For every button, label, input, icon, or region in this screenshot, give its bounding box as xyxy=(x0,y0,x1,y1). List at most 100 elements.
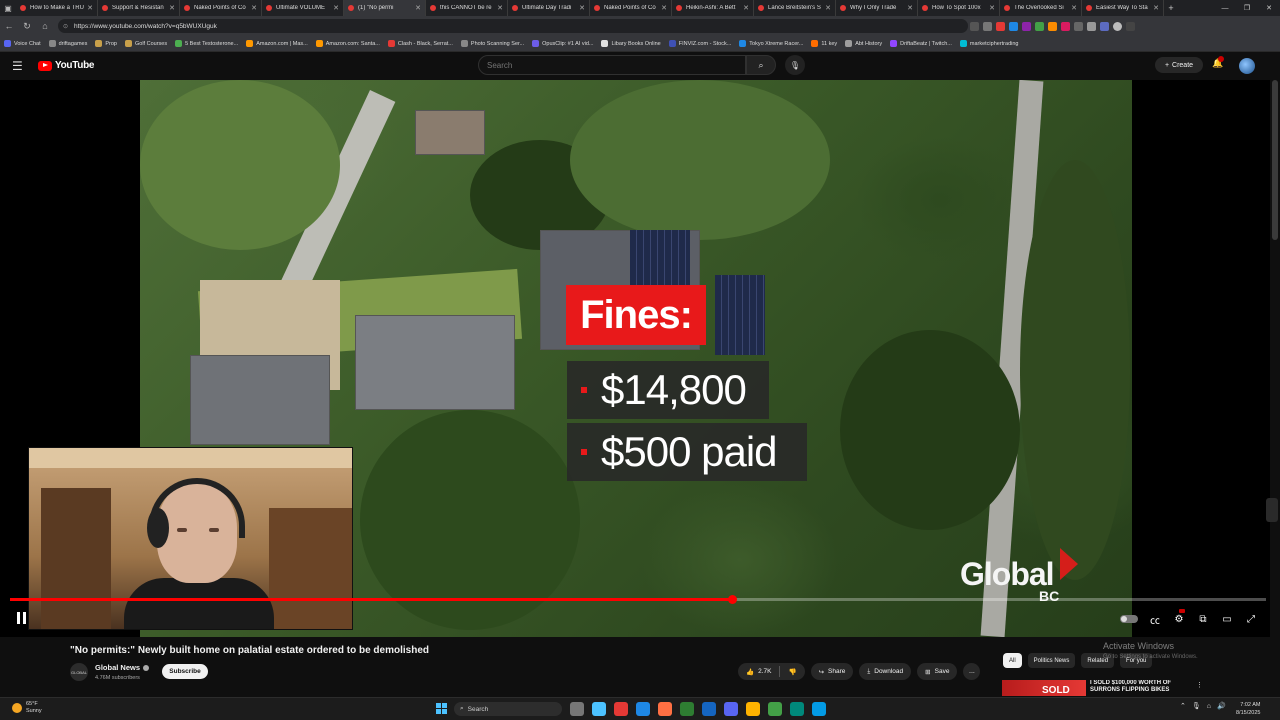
bookmark-item[interactable]: Abt History xyxy=(845,40,882,47)
related-video-menu-icon[interactable]: ⋮ xyxy=(1196,681,1203,689)
close-tab-icon[interactable]: ✕ xyxy=(989,4,995,12)
bookmark-item[interactable]: DriftaBeatz | Twitch... xyxy=(890,40,952,47)
close-tab-icon[interactable]: ✕ xyxy=(579,4,585,12)
filter-chip[interactable]: Politics News xyxy=(1027,653,1076,668)
search-button[interactable]: ⌕ xyxy=(746,55,776,75)
bookmark-item[interactable]: Libary Books Online xyxy=(601,40,661,47)
like-count[interactable]: 2.7K xyxy=(758,668,771,675)
extension-icon[interactable] xyxy=(1009,21,1018,31)
bookmark-item[interactable]: Prop xyxy=(95,40,117,47)
bookmark-item[interactable]: Photo Scanning Ser... xyxy=(460,40,524,47)
bookmark-item[interactable]: Amazon.com: Santa... xyxy=(315,40,380,47)
site-info-icon[interactable]: ⊙ xyxy=(63,23,68,30)
bookmark-item[interactable]: FINVIZ.com - Stock... xyxy=(668,40,731,47)
bookmark-item[interactable]: Voice Chat xyxy=(4,40,41,47)
theater-mode-icon[interactable]: ▭ xyxy=(1220,612,1234,626)
collections-icon[interactable] xyxy=(1100,21,1109,31)
windows-start-icon[interactable] xyxy=(436,703,447,714)
extension-icon[interactable] xyxy=(1035,21,1044,31)
microphone-tray-icon[interactable]: 🎙 xyxy=(1192,702,1201,710)
task-view-icon[interactable] xyxy=(570,702,584,716)
close-tab-icon[interactable]: ✕ xyxy=(251,4,257,12)
extension-icon[interactable] xyxy=(1048,21,1057,31)
side-extension-widget[interactable] xyxy=(1266,498,1278,522)
channel-name[interactable]: Global News xyxy=(95,663,140,672)
extension-icon[interactable] xyxy=(1022,21,1031,31)
save-button[interactable]: ⊞ Save xyxy=(917,663,958,680)
browser-tab[interactable]: Why I Only Trade ✕ xyxy=(836,0,918,16)
home-icon[interactable]: ⌂ xyxy=(36,16,54,36)
create-button[interactable]: + Create xyxy=(1155,57,1203,73)
volume-icon[interactable]: 🔊 xyxy=(1217,702,1226,710)
system-clock[interactable]: 7:02 AM 8/15/2025 xyxy=(1236,701,1260,717)
close-tab-icon[interactable]: ✕ xyxy=(87,4,93,12)
settings-app-icon[interactable] xyxy=(592,702,606,716)
bookmark-item[interactable]: 11 key xyxy=(811,40,837,47)
close-tab-icon[interactable]: ✕ xyxy=(1153,4,1159,12)
app-icon[interactable] xyxy=(812,702,826,716)
reload-icon[interactable]: ↻ xyxy=(18,16,36,36)
miniplayer-icon[interactable]: ⧉ xyxy=(1196,612,1210,626)
browser-tab[interactable]: The Overlooked Si ✕ xyxy=(1000,0,1082,16)
related-video-thumbnail[interactable]: SOLD xyxy=(1002,680,1086,696)
channel-avatar[interactable]: GLOBAL xyxy=(70,663,88,681)
share-button[interactable]: ↪ Share xyxy=(810,663,854,680)
new-tab-button[interactable]: + xyxy=(1164,0,1178,16)
pause-button[interactable] xyxy=(14,612,28,626)
more-actions-button[interactable]: ... xyxy=(963,663,981,680)
app-icon[interactable] xyxy=(768,702,782,716)
browser-tab[interactable]: this CANNOT be re ✕ xyxy=(426,0,508,16)
app-icon[interactable] xyxy=(790,702,804,716)
edge-app-icon[interactable] xyxy=(636,702,650,716)
browser-tab[interactable]: How to Make a TRU ✕ xyxy=(16,0,98,16)
minimize-icon[interactable]: — xyxy=(1214,0,1236,16)
bookmark-item[interactable]: Tokyo Xtreme Racer... xyxy=(739,40,803,47)
menu-dots-icon[interactable] xyxy=(1126,21,1135,31)
download-button[interactable]: ⤓ Download xyxy=(859,663,912,680)
filter-chip[interactable]: All xyxy=(1003,653,1022,668)
browser-tab[interactable]: Support & Resistan ✕ xyxy=(98,0,180,16)
extension-icon[interactable] xyxy=(996,21,1005,31)
bookmark-item[interactable]: driftagames xyxy=(48,40,87,47)
close-tab-icon[interactable]: ✕ xyxy=(661,4,667,12)
close-tab-icon[interactable]: ✕ xyxy=(743,4,749,12)
url-bar[interactable]: ⊙ https://www.youtube.com/watch?v=q5bWUX… xyxy=(58,19,968,33)
network-icon[interactable]: ⌂ xyxy=(1207,703,1211,710)
browser-tab[interactable]: Naked Points of Co ✕ xyxy=(590,0,672,16)
bookmark-item[interactable]: marketciphertrading xyxy=(959,40,1018,47)
browser-tab[interactable]: Easiest Way To Sta ✕ xyxy=(1082,0,1164,16)
close-tab-icon[interactable]: ✕ xyxy=(169,4,175,12)
fullscreen-icon[interactable]: ⤢ xyxy=(1244,612,1258,626)
page-scrollbar[interactable] xyxy=(1272,80,1278,240)
voice-search-button[interactable]: 🎙 xyxy=(785,55,805,75)
bookmark-item[interactable]: Golf Courses xyxy=(124,40,167,47)
discord-app-icon[interactable] xyxy=(724,702,738,716)
browser-tab[interactable]: Heikin-Ashi: A Bett ✕ xyxy=(672,0,754,16)
related-video-title[interactable]: I SOLD $100,000 WORTH OF SURRONS FLIPPIN… xyxy=(1090,680,1190,696)
close-tab-icon[interactable]: ✕ xyxy=(825,4,831,12)
profile-icon[interactable] xyxy=(1113,21,1122,31)
back-icon[interactable]: ← xyxy=(0,16,18,36)
bookmark-star-icon[interactable] xyxy=(983,21,992,31)
captions-icon[interactable]: ㏄ xyxy=(1148,612,1162,627)
browser-tab[interactable]: Naked Points of Co ✕ xyxy=(180,0,262,16)
install-app-icon[interactable] xyxy=(970,21,979,31)
progress-scrubber[interactable] xyxy=(728,595,737,604)
autoplay-toggle[interactable] xyxy=(1120,615,1138,623)
account-avatar[interactable] xyxy=(1239,58,1255,74)
bookmark-item[interactable]: OpusClip: #1 AI vid... xyxy=(532,40,593,47)
close-tab-icon[interactable]: ✕ xyxy=(333,4,339,12)
firefox-app-icon[interactable] xyxy=(658,702,672,716)
channel-name-row[interactable]: Global News xyxy=(95,663,150,672)
settings-gear-icon[interactable]: ⚙ xyxy=(1172,609,1186,626)
favorites-icon[interactable] xyxy=(1087,21,1096,31)
taskbar-search[interactable]: ⌕ Search xyxy=(454,702,562,716)
bookmark-item[interactable]: Amazon.com | Mas... xyxy=(246,40,308,47)
thumbs-down-icon[interactable]: 👎 xyxy=(788,668,796,676)
browser-tab[interactable]: Ultimate Day Tradi ✕ xyxy=(508,0,590,16)
restore-icon[interactable]: ❐ xyxy=(1236,0,1258,16)
chrome-app-icon[interactable] xyxy=(614,702,628,716)
close-tab-icon[interactable]: ✕ xyxy=(415,4,421,12)
close-tab-icon[interactable]: ✕ xyxy=(907,4,913,12)
youtube-logo[interactable]: YouTube xyxy=(38,60,95,71)
